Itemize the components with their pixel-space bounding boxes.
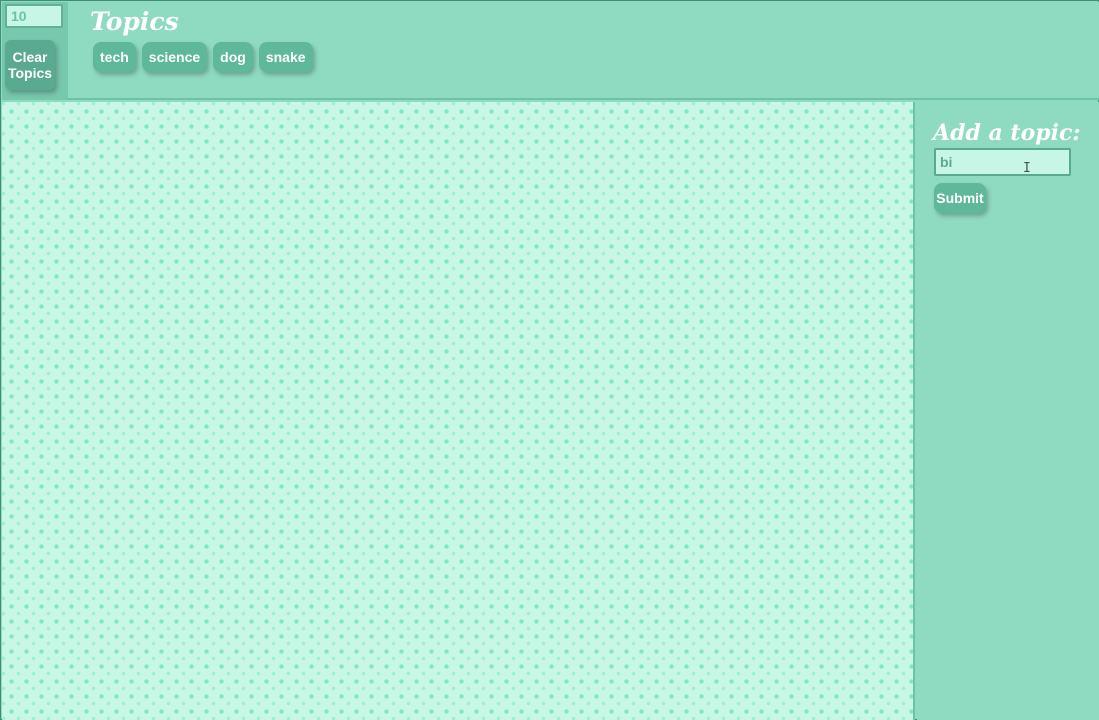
clear-topics-button[interactable]: Clear Topics [5, 40, 55, 90]
topics-title: Topics [90, 7, 179, 36]
limit-input[interactable] [5, 4, 63, 28]
topic-button-dog[interactable]: dog [213, 42, 253, 72]
topic-input[interactable] [934, 148, 1071, 176]
topic-list: tech science dog snake [93, 42, 313, 72]
app-frame: Clear Topics Topics tech science dog sna… [0, 0, 1099, 720]
header: Clear Topics Topics tech science dog sna… [2, 2, 1099, 100]
add-topic-title: Add a topic: [933, 120, 1081, 146]
topic-button-snake[interactable]: snake [258, 42, 313, 72]
add-topic-panel: Add a topic: I Submit [917, 102, 1099, 720]
topic-button-tech[interactable]: tech [93, 42, 136, 72]
submit-button[interactable]: Submit [934, 183, 986, 213]
gif-results-area [2, 102, 915, 720]
topic-button-science[interactable]: science [141, 42, 208, 72]
left-controls: Clear Topics [2, 2, 68, 100]
